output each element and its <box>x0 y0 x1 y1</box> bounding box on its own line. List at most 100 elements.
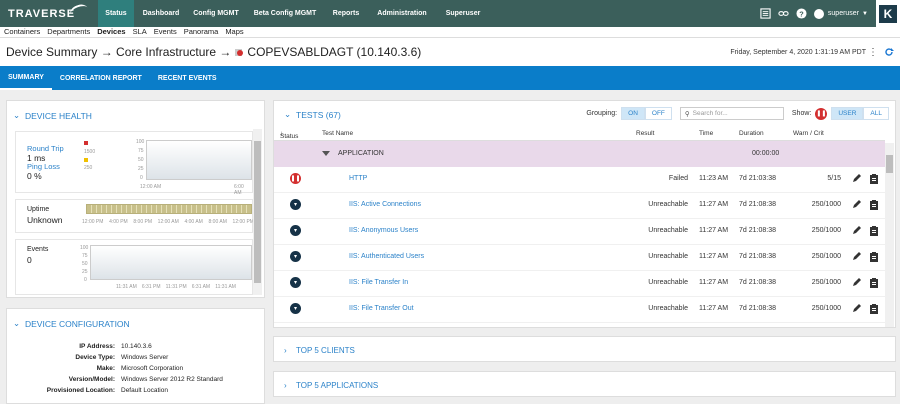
chevron-down-icon: ⌄ <box>13 318 21 328</box>
refresh-icon[interactable] <box>884 47 894 57</box>
show-all-button[interactable]: ALL <box>863 107 889 120</box>
edit-icon[interactable] <box>852 251 862 262</box>
grouping-on-button[interactable]: ON <box>621 107 645 120</box>
top5-clients-header[interactable]: › TOP 5 CLIENTS <box>284 346 355 355</box>
edit-icon[interactable] <box>852 225 862 236</box>
config-value: Default Location <box>121 387 168 394</box>
link-icon[interactable] <box>778 8 790 20</box>
tab-correlation-report[interactable]: CORRELATION REPORT <box>52 66 150 90</box>
edit-icon[interactable] <box>852 277 862 288</box>
clipboard-icon[interactable] <box>869 303 879 314</box>
col-warn-crit[interactable]: Warn / Crit <box>793 130 824 137</box>
subnav-maps[interactable]: Maps <box>225 27 243 37</box>
config-table: IP Address: 10.140.3.6 Device Type: Window… <box>7 341 266 396</box>
col-duration[interactable]: Duration <box>739 130 764 137</box>
test-result: Unreachable <box>648 305 688 312</box>
test-name-link[interactable]: IIS: File Transfer Out <box>349 305 414 312</box>
config-key: IP Address: <box>79 343 115 350</box>
table-row[interactable]: ▾ IIS: Anonymous Users Unreachable 11:27… <box>274 219 885 245</box>
test-name-link[interactable]: IIS: Anonymous Users <box>349 227 418 234</box>
table-row[interactable]: ▾ IIS: File Transfer Out Unreachable 11:… <box>274 297 885 323</box>
status-unreachable-icon: ▾ <box>290 303 301 314</box>
section-tabs: SUMMARY CORRELATION REPORT RECENT EVENTS <box>0 66 900 90</box>
nav-status[interactable]: Status <box>98 0 134 27</box>
logo-text: TRAVERSE <box>8 7 76 20</box>
col-test-name[interactable]: Test Name <box>322 130 353 137</box>
events-value: 0 <box>27 255 32 265</box>
top5-applications-header[interactable]: › TOP 5 APPLICATIONS <box>284 381 378 390</box>
col-status[interactable]: Status ↓ <box>280 130 298 140</box>
table-row[interactable]: ▾ IIS: File Transfer In Unreachable 11:2… <box>274 271 885 297</box>
clipboard-icon[interactable] <box>869 173 879 184</box>
nav-dashboard[interactable]: Dashboard <box>134 0 188 27</box>
edit-icon[interactable] <box>852 173 862 184</box>
user-name: superuser <box>827 10 860 17</box>
app-badge[interactable]: K <box>876 0 900 27</box>
edit-icon[interactable] <box>852 303 862 314</box>
table-row[interactable]: ▾ IIS: Authenticated Users Unreachable 1… <box>274 245 885 271</box>
rt-ytick: 100 <box>136 139 145 145</box>
nav-reports[interactable]: Reports <box>326 0 366 27</box>
legend-swatch-red <box>84 141 88 145</box>
chevron-down-icon: ⌄ <box>284 109 292 119</box>
subnav-containers[interactable]: Containers <box>4 27 40 37</box>
search-input[interactable]: ⚲ Search for... <box>679 107 784 120</box>
top-nav: Status Dashboard Config MGMT Beta Config… <box>98 0 488 27</box>
status-unreachable-icon: ▾ <box>290 225 301 236</box>
uptime-label: Uptime <box>27 206 50 213</box>
config-row: Version/Model: Windows Server 2012 R2 Sta… <box>7 374 266 385</box>
scrollbar-thumb[interactable] <box>254 141 261 283</box>
device-health-scrollbar[interactable] <box>253 129 262 295</box>
user-menu[interactable]: superuser ▼ <box>813 8 868 19</box>
group-row-application[interactable]: APPLICATION 00:00:00 <box>274 141 885 167</box>
test-time: 11:27 AM <box>699 227 729 234</box>
test-warn-crit: 250/1000 <box>811 279 841 286</box>
help-icon[interactable]: ? <box>796 8 808 20</box>
edit-icon[interactable] <box>852 199 862 210</box>
clipboard-icon[interactable] <box>869 251 879 262</box>
subnav-sla[interactable]: SLA <box>133 27 147 37</box>
ev-xtick: 6:31 PM <box>141 284 161 290</box>
show-user-button[interactable]: USER <box>831 107 864 120</box>
nav-beta-config-mgmt[interactable]: Beta Config MGMT <box>244 0 326 27</box>
rt-ytick: 50 <box>138 157 144 163</box>
subnav-events[interactable]: Events <box>154 27 177 37</box>
device-configuration-header[interactable]: ⌄ DEVICE CONFIGURATION <box>13 318 130 329</box>
clipboard-icon[interactable] <box>869 225 879 236</box>
subnav-departments[interactable]: Departments <box>47 27 90 37</box>
table-row[interactable]: ▾ IIS: Active Connections Unreachable 11… <box>274 193 885 219</box>
device-status-icon <box>235 49 244 56</box>
tests-scrollbar[interactable] <box>885 143 894 327</box>
device-health-header[interactable]: ⌄ DEVICE HEALTH <box>13 110 92 121</box>
traverse-logo[interactable]: TRAVERSE <box>0 0 98 27</box>
ev-ytick: 100 <box>80 245 89 251</box>
clipboard-icon[interactable] <box>869 199 879 210</box>
tab-summary[interactable]: SUMMARY <box>0 66 52 90</box>
filter-critical-icon[interactable]: ❚❚ <box>815 107 828 120</box>
more-vert-icon[interactable]: ⋮ <box>868 47 878 58</box>
col-time[interactable]: Time <box>699 130 713 137</box>
top5-applications-panel: › TOP 5 APPLICATIONS <box>273 371 896 397</box>
config-row: IP Address: 10.140.3.6 <box>7 341 266 352</box>
rt-ytick: 0 <box>140 175 143 181</box>
tab-recent-events[interactable]: RECENT EVENTS <box>150 66 225 90</box>
test-name-link[interactable]: HTTP <box>349 175 367 182</box>
subnav-panorama[interactable]: Panorama <box>184 27 219 37</box>
scrollbar-thumb[interactable] <box>886 155 893 173</box>
nav-administration[interactable]: Administration <box>366 0 438 27</box>
clipboard-icon[interactable] <box>869 277 879 288</box>
col-result[interactable]: Result <box>636 130 654 137</box>
ev-ytick: 50 <box>82 261 88 267</box>
test-name-link[interactable]: IIS: Active Connections <box>349 201 421 208</box>
nav-superuser[interactable]: Superuser <box>438 0 488 27</box>
list-icon[interactable] <box>760 8 772 20</box>
subnav-devices[interactable]: Devices <box>97 27 126 38</box>
nav-config-mgmt[interactable]: Config MGMT <box>188 0 244 27</box>
table-row[interactable]: ❚❚ HTTP Failed 11:23 AM 7d 21:03:38 5/15 <box>274 167 885 193</box>
test-name-link[interactable]: IIS: Authenticated Users <box>349 253 424 260</box>
device-configuration-panel: ⌄ DEVICE CONFIGURATION IP Address: 10.140… <box>6 308 265 404</box>
grouping-off-button[interactable]: OFF <box>644 107 672 120</box>
top-bar: TRAVERSE Status Dashboard Config MGMT Be… <box>0 0 900 27</box>
test-name-link[interactable]: IIS: File Transfer In <box>349 279 408 286</box>
tests-header[interactable]: ⌄ TESTS (67) <box>284 109 341 120</box>
